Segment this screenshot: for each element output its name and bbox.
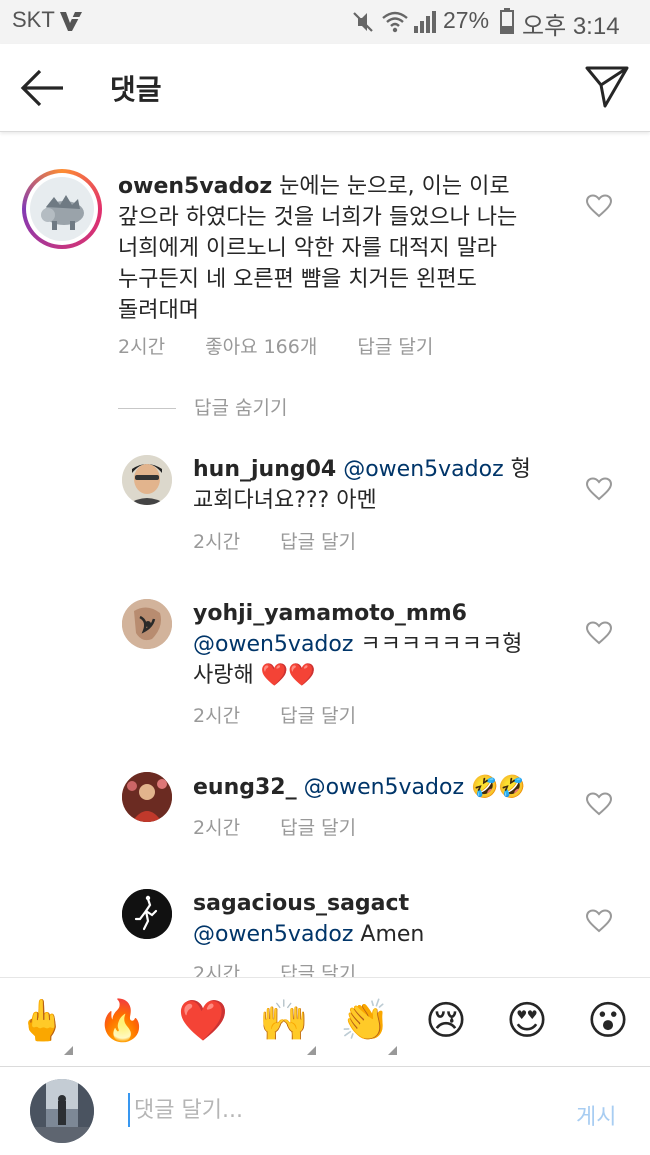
reply-comment: yohji_yamamoto_mm6 @owen5vadoz ㅋㅋㅋㅋㅋㅋㅋ형 … bbox=[0, 595, 650, 735]
mention-link[interactable]: @owen5vadoz bbox=[304, 775, 464, 800]
main-comment: owen5vadoz 눈에는 눈으로, 이는 이로 갚으라 하였다는 것을 너희… bbox=[0, 133, 650, 383]
avatar[interactable] bbox=[122, 889, 172, 939]
carrier-logo-icon bbox=[60, 12, 82, 31]
mention-link[interactable]: @owen5vadoz bbox=[343, 457, 503, 482]
reply-time: 2시간 bbox=[193, 963, 241, 977]
like-heart-icon[interactable] bbox=[586, 909, 612, 933]
like-heart-icon[interactable] bbox=[586, 194, 612, 218]
avatar[interactable] bbox=[122, 772, 172, 822]
reply-time: 2시간 bbox=[193, 817, 241, 839]
reply-button[interactable]: 답글 달기 bbox=[280, 705, 356, 727]
comment-thread[interactable]: owen5vadoz 눈에는 눈으로, 이는 이로 갚으라 하였다는 것을 너희… bbox=[0, 133, 650, 977]
reply-text: Amen bbox=[353, 922, 425, 947]
my-avatar bbox=[30, 1079, 94, 1143]
street-photo-avatar-icon bbox=[30, 1079, 94, 1143]
avatar bbox=[30, 177, 94, 241]
reply-meta: 2시간 답글 달기 bbox=[193, 527, 390, 554]
comment-time: 2시간 bbox=[118, 336, 166, 358]
comment-username[interactable]: owen5vadoz bbox=[118, 174, 272, 199]
reply-username[interactable]: sagacious_sagact bbox=[193, 891, 409, 916]
reply-username[interactable]: eung32_ bbox=[193, 775, 297, 800]
creature-illustration-icon bbox=[41, 195, 84, 230]
raising-hands-emoji-icon[interactable]: 🙌 bbox=[259, 996, 309, 1046]
post-button[interactable]: 게시 bbox=[576, 1099, 616, 1131]
comment-meta: 2시간 좋아요 166개 답글 달기 bbox=[118, 332, 467, 359]
mention-link[interactable]: @owen5vadoz bbox=[193, 922, 353, 947]
reply-meta: 2시간 답글 달기 bbox=[193, 701, 390, 728]
wifi-icon bbox=[382, 11, 408, 33]
carrier-label: SKT bbox=[12, 7, 55, 32]
emoji-quick-bar: 🖕 🔥 ❤️ 🙌 👏 😢 😍 😮 bbox=[0, 977, 650, 1065]
like-heart-icon[interactable] bbox=[586, 477, 612, 501]
reply-meta: 2시간 답글 달기 bbox=[193, 813, 390, 840]
mute-icon bbox=[353, 12, 373, 32]
clapping-hands-emoji-icon[interactable]: 👏 bbox=[340, 996, 390, 1046]
comment-text-line: 너희에게 이르노니 악한 자를 대적지 말라 bbox=[118, 236, 498, 261]
comment-text-line: 갚으라 하였다는 것을 너희가 들었으나 나는 bbox=[118, 205, 518, 230]
status-bar: SKT 27% 오후 3:14 bbox=[0, 0, 650, 44]
reply-button[interactable]: 답글 달기 bbox=[280, 963, 356, 977]
skin-tone-indicator-icon bbox=[64, 1046, 73, 1055]
comment-composer: 게시 bbox=[0, 1066, 650, 1155]
reply-comment: eung32_ @owen5vadoz 🤣🤣 2시간 답글 달기 bbox=[0, 769, 650, 849]
divider-line bbox=[118, 408, 176, 409]
reply-button[interactable]: 답글 달기 bbox=[280, 531, 356, 553]
tattoo-avatar-icon bbox=[122, 599, 172, 649]
avatar[interactable] bbox=[122, 599, 172, 649]
avatar[interactable] bbox=[122, 455, 172, 505]
reply-username[interactable]: hun_jung04 bbox=[193, 457, 336, 482]
reply-meta: 2시간 답글 달기 bbox=[193, 959, 390, 977]
reply-time: 2시간 bbox=[193, 705, 241, 727]
crying-face-emoji-icon[interactable]: 😢 bbox=[421, 996, 471, 1046]
comment-text-line: 누구든지 네 오른편 뺨을 치거든 왼편도 bbox=[118, 267, 477, 292]
reply-button[interactable]: 답글 달기 bbox=[280, 817, 356, 839]
heart-eyes-emoji-icon[interactable]: 😍 bbox=[502, 996, 552, 1046]
reply-body: eung32_ @owen5vadoz 🤣🤣 bbox=[193, 772, 573, 803]
comment-input[interactable] bbox=[128, 1093, 548, 1127]
battery-icon bbox=[500, 8, 514, 34]
red-heart-emoji-icon[interactable]: ❤️ bbox=[178, 996, 228, 1046]
mention-link[interactable]: @owen5vadoz bbox=[193, 632, 353, 657]
reply-body: sagacious_sagact @owen5vadoz Amen bbox=[193, 888, 573, 950]
surprised-face-emoji-icon[interactable]: 😮 bbox=[583, 996, 633, 1046]
skin-tone-indicator-icon bbox=[388, 1046, 397, 1055]
back-arrow-icon[interactable] bbox=[18, 66, 66, 110]
reply-time: 2시간 bbox=[193, 531, 241, 553]
reply-text: ㅋㅋㅋㅋㅋㅋㅋ형 bbox=[353, 632, 523, 657]
reply-comment: sagacious_sagact @owen5vadoz Amen 2시간 답글… bbox=[0, 885, 650, 977]
middle-finger-emoji-icon[interactable]: 🖕 bbox=[17, 996, 67, 1046]
reply-text: 교회다녀요??? 아멘 bbox=[193, 488, 377, 513]
reply-body: yohji_yamamoto_mm6 @owen5vadoz ㅋㅋㅋㅋㅋㅋㅋ형 … bbox=[193, 598, 573, 691]
person-avatar-icon bbox=[122, 455, 172, 505]
battery-percent: 27% bbox=[443, 7, 490, 33]
signal-icon bbox=[414, 11, 436, 33]
fire-emoji-icon[interactable]: 🔥 bbox=[97, 996, 147, 1046]
hide-replies-label: 답글 숨기기 bbox=[194, 397, 288, 419]
story-ring[interactable] bbox=[22, 169, 102, 249]
crowd-avatar-icon bbox=[122, 772, 172, 822]
reply-comment: hun_jung04 @owen5vadoz 형 교회다녀요??? 아멘 2시간… bbox=[0, 451, 650, 561]
page-title: 댓글 bbox=[110, 73, 162, 106]
reply-button[interactable]: 답글 달기 bbox=[357, 336, 433, 358]
hide-replies-toggle[interactable]: 답글 숨기기 bbox=[118, 393, 287, 420]
reply-text: 사랑해 ❤️❤️ bbox=[193, 663, 316, 688]
direct-send-icon[interactable] bbox=[584, 64, 630, 110]
clock: 오후 3:14 bbox=[522, 13, 620, 40]
comment-text-line: 돌려대며 bbox=[118, 298, 199, 323]
header-bar: 댓글 bbox=[0, 44, 650, 132]
reply-text: 🤣🤣 bbox=[464, 775, 526, 800]
reply-username[interactable]: yohji_yamamoto_mm6 bbox=[193, 601, 467, 626]
reply-text: 형 bbox=[503, 457, 531, 482]
jumpman-logo-icon bbox=[122, 889, 172, 939]
skin-tone-indicator-icon bbox=[307, 1046, 316, 1055]
comment-text-line: 눈에는 눈으로, 이는 이로 bbox=[272, 174, 510, 199]
like-heart-icon[interactable] bbox=[586, 792, 612, 816]
reply-body: hun_jung04 @owen5vadoz 형 교회다녀요??? 아멘 bbox=[193, 454, 573, 516]
like-heart-icon[interactable] bbox=[586, 621, 612, 645]
comment-body: owen5vadoz 눈에는 눈으로, 이는 이로 갚으라 하였다는 것을 너희… bbox=[118, 171, 558, 326]
likes-count[interactable]: 좋아요 166개 bbox=[205, 336, 317, 358]
